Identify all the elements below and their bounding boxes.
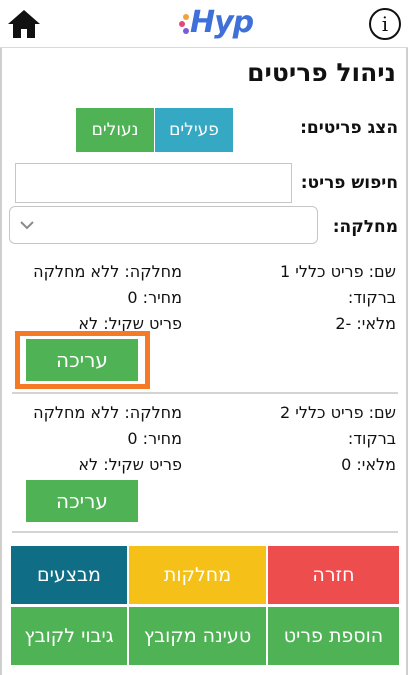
search-input[interactable] <box>15 163 292 203</box>
departments-button-label: מחלקות <box>163 564 232 586</box>
left-frame-edge <box>0 48 2 675</box>
item-stock: מלאי: 0 <box>341 455 396 474</box>
back-button-label: חזרה <box>312 564 355 586</box>
item-name: שם: פריט כללי 1 <box>280 262 396 281</box>
backup-to-file-button[interactable]: גיבוי לקובץ <box>11 607 127 665</box>
item-weighable: פריט שקיל: לא <box>78 455 182 474</box>
backup-to-file-button-label: גיבוי לקובץ <box>24 625 114 647</box>
divider <box>12 531 398 533</box>
back-button[interactable]: חזרה <box>268 546 399 604</box>
add-item-button[interactable]: הוספת פריט <box>268 607 399 665</box>
item-barcode: ברקוד: <box>347 429 396 448</box>
app-logo: Hyp <box>178 5 258 41</box>
item-price: מחיר: 0 <box>127 288 182 307</box>
item-category: מחלקה: ללא מחלקה <box>33 262 182 281</box>
item-stock: מלאי: -2 <box>335 314 396 333</box>
active-items-button[interactable]: פעילים <box>155 108 233 152</box>
chevron-down-icon <box>20 221 34 230</box>
search-label: חיפוש פריט: <box>300 173 398 193</box>
item-price: מחיר: 0 <box>127 429 182 448</box>
edit-item-button[interactable]: עריכה <box>26 480 138 522</box>
load-from-file-button-label: טעינה מקובץ <box>143 625 252 647</box>
promotions-button-label: מבצעים <box>37 564 101 586</box>
load-from-file-button[interactable]: טעינה מקובץ <box>129 607 266 665</box>
item-name: שם: פריט כללי 2 <box>280 403 396 422</box>
divider <box>12 392 398 394</box>
promotions-button[interactable]: מבצעים <box>11 546 127 604</box>
category-select[interactable] <box>9 206 318 244</box>
filter-label: הצג פריטים: <box>300 118 398 138</box>
edit-item-button[interactable]: עריכה <box>26 339 138 381</box>
info-icon[interactable]: i <box>369 8 401 40</box>
locked-items-button[interactable]: נעולים <box>76 108 154 152</box>
logo-text: Hyp <box>190 5 254 40</box>
item-category: מחלקה: ללא מחלקה <box>33 403 182 422</box>
add-item-button-label: הוספת פריט <box>283 625 384 647</box>
departments-button[interactable]: מחלקות <box>129 546 266 604</box>
page-title: ניהול פריטים <box>247 58 396 87</box>
item-barcode: ברקוד: <box>347 288 396 307</box>
home-icon[interactable] <box>6 8 42 40</box>
category-label: מחלקה: <box>332 217 398 237</box>
top-bar: Hyp i <box>0 0 408 48</box>
